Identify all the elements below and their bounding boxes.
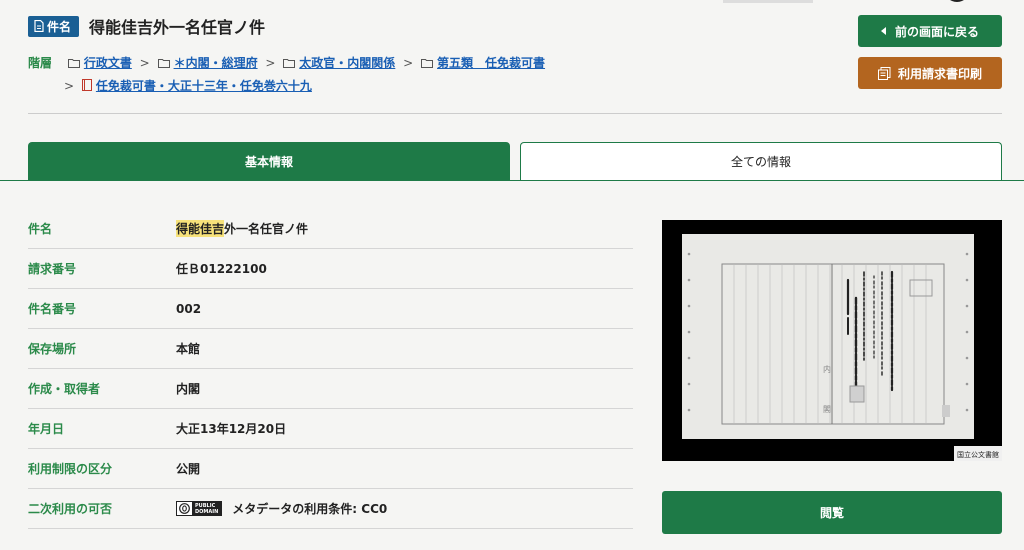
info-value: 得能佳吉 外一名任官ノ件 (176, 220, 308, 237)
info-row-access-restriction: 利用制限の区分 公開 (28, 449, 633, 489)
breadcrumb-item-dai5rui[interactable]: 第五類 任免裁可書 (437, 56, 545, 70)
breadcrumb-item-dajokan[interactable]: 太政官・内閣関係 (299, 56, 395, 70)
breadcrumb-separator: > (64, 79, 75, 93)
document-scan-image: 内 閣 国立公文書館 (662, 220, 1002, 461)
archive-stamp-text: 国立公文書館 (957, 450, 999, 459)
doc-left-char1: 内 (823, 364, 831, 374)
info-key: 請求番号 (28, 262, 77, 276)
back-button[interactable]: 前の画面に戻る (858, 15, 1002, 47)
info-row-request-number: 請求番号 任Ｂ01222100 (28, 249, 633, 289)
info-key: 保存場所 (28, 342, 77, 356)
doc-left-char2: 閣 (823, 405, 831, 414)
info-value-license: メタデータの利用条件: CC0 (232, 502, 388, 516)
top-edge-bar (723, 0, 813, 3)
folder-icon (421, 59, 434, 68)
tab-basic-info[interactable]: 基本情報 (28, 142, 510, 181)
book-icon (81, 79, 92, 91)
view-button-label: 閲覧 (819, 506, 844, 520)
page-title: 得能佳吉外一名任官ノ件 (89, 18, 266, 37)
badge-line2: DOMAIN (195, 508, 219, 515)
info-value: 本館 (176, 342, 201, 356)
info-key: 利用制限の区分 (28, 462, 113, 476)
breadcrumb-separator: > (403, 56, 414, 70)
tab-all-info[interactable]: 全ての情報 (520, 142, 1002, 180)
tab-basic-info-label: 基本情報 (244, 155, 293, 169)
tab-all-info-label: 全ての情報 (730, 155, 791, 169)
view-button[interactable]: 閲覧 (662, 491, 1002, 534)
info-value: 002 (176, 301, 202, 316)
title-row: 件名 得能佳吉外一名任官ノ件 (28, 14, 265, 38)
back-button-label: 前の画面に戻る (894, 24, 979, 39)
info-value: 大正13年12月20日 (176, 422, 287, 436)
kenmei-badge: 件名 (28, 15, 80, 37)
info-key: 作成・取得者 (28, 382, 101, 396)
folder-icon (157, 59, 170, 68)
info-key: 件名番号 (28, 302, 77, 316)
info-value: 任Ｂ01222100 (176, 262, 267, 276)
info-row-creator: 作成・取得者 内閣 (28, 369, 633, 409)
info-row-secondary-use: 二次利用の可否 PUBLIC DOMAIN メタデータの利用条件: CC0 (28, 489, 633, 529)
breadcrumb-item-ninmen[interactable]: 任免裁可書・大正十三年・任免巻六十九 (96, 79, 312, 93)
kenmei-badge-label: 件名 (47, 19, 72, 34)
document-icon (34, 20, 44, 32)
info-row-storage: 保存場所 本館 (28, 329, 633, 369)
print-button-label: 利用請求書印刷 (897, 66, 982, 81)
info-row-kenmei: 件名 得能佳吉 外一名任官ノ件 (28, 209, 633, 249)
caret-left-icon (880, 27, 886, 35)
header-divider (28, 113, 1002, 114)
breadcrumb-label: 階層 (28, 56, 53, 70)
info-key: 件名 (28, 222, 53, 236)
info-value: 公開 (176, 462, 201, 476)
document-thumbnail[interactable]: 内 閣 国立公文書館 (662, 220, 1002, 461)
info-value: PUBLIC DOMAIN メタデータの利用条件: CC0 (176, 500, 387, 517)
info-table: 件名 得能佳吉 外一名任官ノ件 請求番号 任Ｂ01222100 件名番号 002 … (28, 209, 633, 529)
breadcrumb-item-gyosei[interactable]: 行政文書 (84, 56, 132, 70)
tab-underline (0, 180, 1024, 181)
info-value-rest: 外一名任官ノ件 (224, 222, 309, 236)
info-key: 二次利用の可否 (28, 502, 113, 516)
info-value: 内閣 (176, 382, 201, 396)
cc-zero-icon (177, 502, 192, 515)
user-avatar[interactable] (944, 0, 970, 2)
folder-icon (67, 59, 80, 68)
folder-icon (283, 59, 296, 68)
highlighted-term: 得能佳吉 (176, 220, 225, 237)
info-key: 年月日 (28, 422, 65, 436)
print-document-icon (877, 66, 891, 80)
info-row-item-number: 件名番号 002 (28, 289, 633, 329)
info-row-date: 年月日 大正13年12月20日 (28, 409, 633, 449)
public-domain-badge[interactable]: PUBLIC DOMAIN (176, 501, 223, 516)
breadcrumb-separator: > (139, 56, 150, 70)
print-request-button[interactable]: 利用請求書印刷 (858, 57, 1002, 89)
breadcrumb: 階層 行政文書 > ＊内閣・総理府 > 太政官・内閣関係 > 第五類 任免裁可書… (28, 52, 648, 98)
public-domain-text: PUBLIC DOMAIN (192, 502, 222, 515)
breadcrumb-separator: > (265, 56, 276, 70)
breadcrumb-item-naikaku[interactable]: ＊内閣・総理府 (174, 56, 258, 70)
